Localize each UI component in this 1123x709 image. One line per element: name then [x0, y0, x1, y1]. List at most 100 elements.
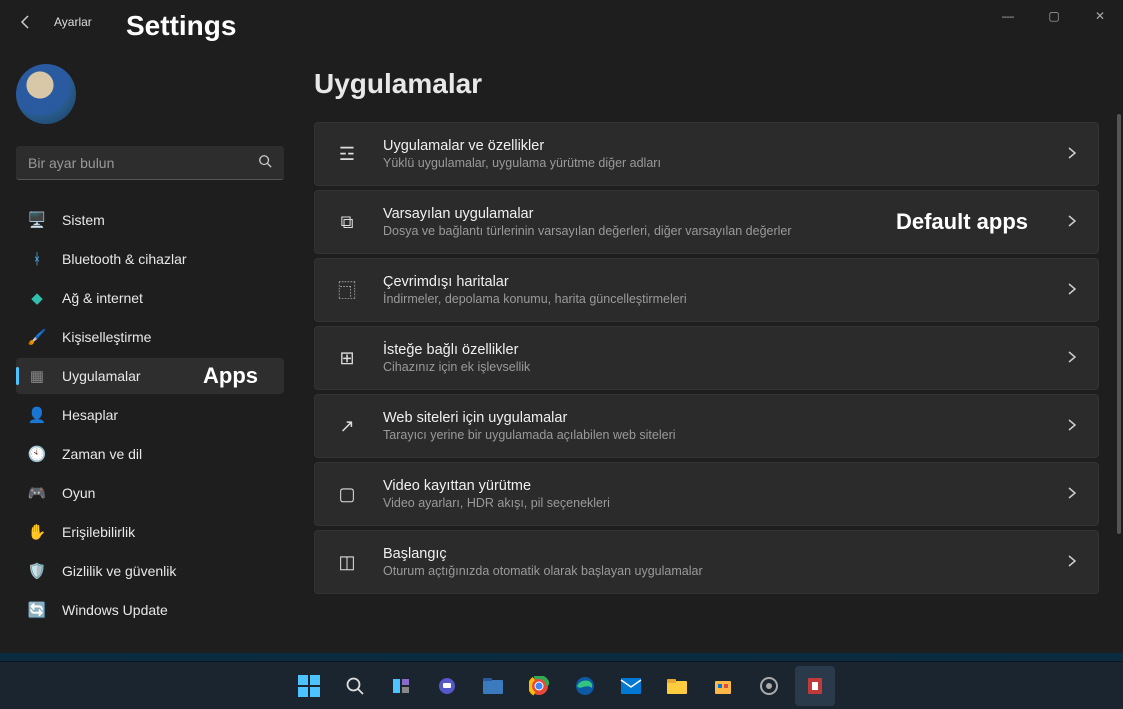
- nav-label: Bluetooth & cihazlar: [62, 251, 187, 267]
- card-body: İsteğe bağlı özellikler Cihazınız için ek…: [383, 342, 1056, 374]
- app-icon-active[interactable]: [795, 666, 835, 706]
- card-list: ☲Uygulamalar ve özelliklerYüklü uygulama…: [314, 122, 1109, 594]
- nav-icon: 🔄: [28, 601, 46, 619]
- chevron-right-icon: [1066, 554, 1078, 570]
- nav-icon: 🛡️: [28, 562, 46, 580]
- nav-label: Erişilebilirlik: [62, 524, 135, 540]
- card-desc: Yüklü uygulamalar, uygulama yürütme diğe…: [383, 156, 1056, 170]
- card-desc: Oturum açtığınızda otomatik olarak başla…: [383, 564, 1056, 578]
- card-video-playback[interactable]: ▢ Video kayıttan yürütme Video ayarları, H…: [314, 462, 1099, 526]
- edge-icon[interactable]: [565, 666, 605, 706]
- sidebar-item-1[interactable]: ᚼ Bluetooth & cihazlar: [16, 241, 284, 277]
- nav-annotation: Apps: [203, 363, 258, 389]
- close-button[interactable]: ✕: [1077, 0, 1123, 32]
- chevron-right-icon: [1066, 282, 1078, 298]
- chevron-right-icon: [1066, 418, 1078, 434]
- taskbar: [0, 661, 1123, 709]
- titlebar: Ayarlar Settings — ▢ ✕: [0, 0, 1123, 44]
- chevron-right-icon: [1066, 214, 1078, 230]
- main-panel: Uygulamalar ☲Uygulamalar ve özelliklerYü…: [300, 44, 1123, 653]
- nav-label: Ağ & internet: [62, 290, 143, 306]
- settings-window: Ayarlar Settings — ▢ ✕ 🖥️ Sistem ᚼ Bluetoot…: [0, 0, 1123, 653]
- sidebar-item-3[interactable]: 🖌️ Kişiselleştirme: [16, 319, 284, 355]
- chevron-right-icon: [1066, 486, 1078, 502]
- nav-label: Windows Update: [62, 602, 168, 618]
- sidebar-item-4[interactable]: ▦ Uygulamalar Apps: [16, 358, 284, 394]
- card-body: Video kayıttan yürütme Video ayarları, HD…: [383, 478, 1056, 510]
- nav-icon: 🖥️: [28, 211, 46, 229]
- video-playback-icon: ▢: [335, 482, 359, 506]
- sidebar-item-7[interactable]: 🎮 Oyun: [16, 475, 284, 511]
- chevron-right-icon: [1066, 350, 1078, 366]
- scrollbar[interactable]: [1117, 114, 1121, 534]
- nav-label: Oyun: [62, 485, 95, 501]
- card-title: Video kayıttan yürütme: [383, 478, 1056, 494]
- card-title: Web siteleri için uygulamalar: [383, 410, 1056, 426]
- sidebar-item-5[interactable]: 👤 Hesaplar: [16, 397, 284, 433]
- card-apps-for-websites[interactable]: ↗ Web siteleri için uygulamalar Tarayıcı y…: [314, 394, 1099, 458]
- nav-icon: ▦: [28, 367, 46, 385]
- store-icon[interactable]: [703, 666, 743, 706]
- settings-taskbar-icon[interactable]: [749, 666, 789, 706]
- card-title: Başlangıç: [383, 546, 1056, 562]
- nav-icon: 🖌️: [28, 328, 46, 346]
- card-startup[interactable]: ◫ Başlangıç Oturum açtığınızda otomatik ol…: [314, 530, 1099, 594]
- nav-icon: ᚼ: [28, 250, 46, 268]
- card-title: Uygulamalar ve özellikler: [383, 138, 1056, 154]
- nav-label: Uygulamalar: [62, 368, 141, 384]
- window-controls: — ▢ ✕: [985, 0, 1123, 32]
- nav-icon: 👤: [28, 406, 46, 424]
- overlay-title-annotation: Settings: [126, 10, 236, 42]
- nav-label: Gizlilik ve güvenlik: [62, 563, 176, 579]
- chat-icon[interactable]: [427, 666, 467, 706]
- card-apps-features[interactable]: ☲Uygulamalar ve özelliklerYüklü uygulama…: [314, 122, 1099, 186]
- page-title: Uygulamalar: [314, 68, 1109, 100]
- chrome-icon[interactable]: [519, 666, 559, 706]
- card-body: Çevrimdışı haritalarİndirmeler, depolama…: [383, 274, 1056, 306]
- nav-icon: 🎮: [28, 484, 46, 502]
- sidebar-item-10[interactable]: 🔄 Windows Update: [16, 592, 284, 628]
- default-apps-icon: ⧉: [335, 210, 359, 234]
- sidebar-item-0[interactable]: 🖥️ Sistem: [16, 202, 284, 238]
- nav-label: Sistem: [62, 212, 105, 228]
- card-desc: Tarayıcı yerine bir uygulamada açılabile…: [383, 428, 1056, 442]
- card-desc: Video ayarları, HDR akışı, pil seçenekle…: [383, 496, 1056, 510]
- nav-list: 🖥️ Sistem ᚼ Bluetooth & cihazlar ◆Ağ & inter…: [16, 202, 284, 628]
- offline-maps-icon: ⿹: [335, 278, 359, 302]
- card-default-apps[interactable]: ⧉Varsayılan uygulamalarDosya ve bağlantı…: [314, 190, 1099, 254]
- user-avatar[interactable]: [16, 64, 76, 124]
- content-area: 🖥️ Sistem ᚼ Bluetooth & cihazlar ◆Ağ & inter…: [0, 44, 1123, 653]
- sidebar-item-2[interactable]: ◆Ağ & internet: [16, 280, 284, 316]
- nav-label: Zaman ve dil: [62, 446, 142, 462]
- search-box[interactable]: [16, 146, 284, 180]
- nav-label: Kişiselleştirme: [62, 329, 151, 345]
- sidebar-item-6[interactable]: 🕙 Zaman ve dil: [16, 436, 284, 472]
- sidebar: 🖥️ Sistem ᚼ Bluetooth & cihazlar ◆Ağ & inter…: [0, 44, 300, 653]
- sidebar-item-8[interactable]: ✋ Erişilebilirlik: [16, 514, 284, 550]
- nav-icon: ✋: [28, 523, 46, 541]
- optional-features-icon: ⊞: [335, 346, 359, 370]
- card-body: Web siteleri için uygulamalar Tarayıcı ye…: [383, 410, 1056, 442]
- file-explorer-icon[interactable]: [473, 666, 513, 706]
- back-button[interactable]: [16, 12, 36, 32]
- start-button[interactable]: [289, 666, 329, 706]
- folder-icon[interactable]: [657, 666, 697, 706]
- startup-icon: ◫: [335, 550, 359, 574]
- card-offline-maps[interactable]: ⿹ Çevrimdışı haritalarİndirmeler, depolam…: [314, 258, 1099, 322]
- card-desc: Cihazınız için ek işlevsellik: [383, 360, 1056, 374]
- nav-icon: 🕙: [28, 445, 46, 463]
- maximize-button[interactable]: ▢: [1031, 0, 1077, 32]
- card-body: Başlangıç Oturum açtığınızda otomatik ola…: [383, 546, 1056, 578]
- card-title: İsteğe bağlı özellikler: [383, 342, 1056, 358]
- taskbar-search-icon[interactable]: [335, 666, 375, 706]
- search-input[interactable]: [28, 155, 258, 171]
- card-optional-features[interactable]: ⊞ İsteğe bağlı özellikler Cihazınız için e…: [314, 326, 1099, 390]
- minimize-button[interactable]: —: [985, 0, 1031, 32]
- sidebar-item-9[interactable]: 🛡️ Gizlilik ve güvenlik: [16, 553, 284, 589]
- task-view-icon[interactable]: [381, 666, 421, 706]
- card-desc: İndirmeler, depolama konumu, harita günc…: [383, 292, 1056, 306]
- apps-for-websites-icon: ↗: [335, 414, 359, 438]
- nav-label: Hesaplar: [62, 407, 118, 423]
- mail-icon[interactable]: [611, 666, 651, 706]
- card-annotation: Default apps: [896, 209, 1028, 235]
